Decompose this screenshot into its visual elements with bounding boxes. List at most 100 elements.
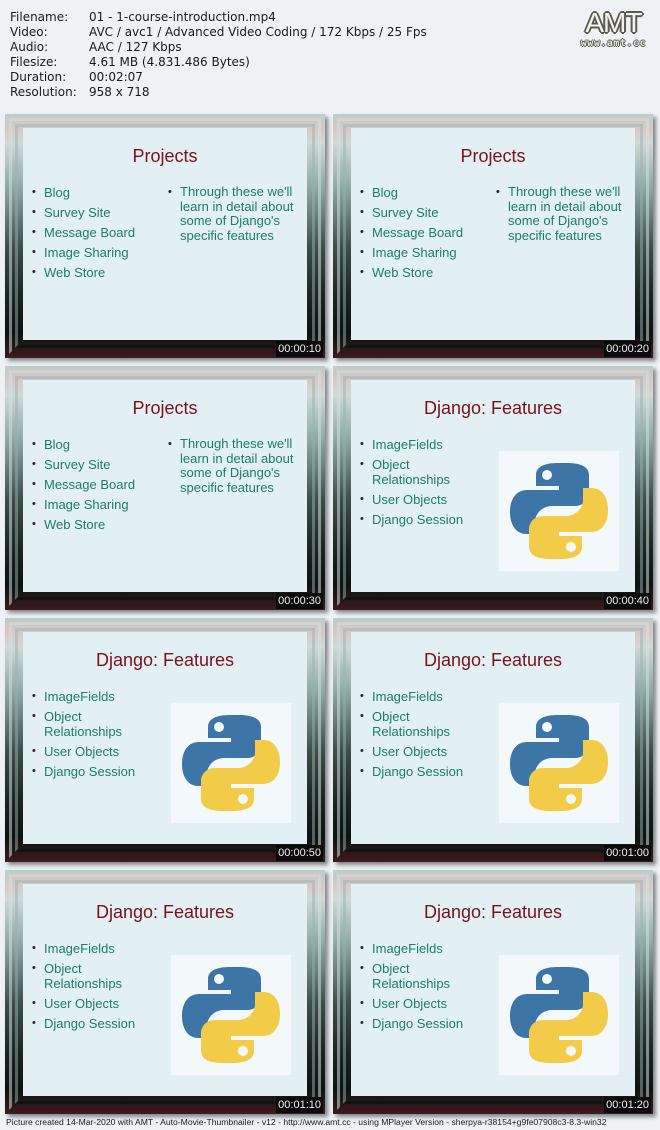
- slide: Django: Features ImageFields Object Relati…: [23, 632, 307, 844]
- bullet-item: ImageFields: [359, 941, 482, 956]
- video-thumbnail[interactable]: Projects Blog Survey Site Message Board Imag…: [5, 366, 325, 610]
- slide-title: Django: Features: [95, 650, 235, 670]
- video-thumbnail[interactable]: Django: Features ImageFields Object Relati…: [333, 870, 653, 1114]
- bullet-item: Django Session: [359, 764, 482, 779]
- bullet-item: ImageFields: [31, 941, 154, 956]
- info-value: 00:02:07: [89, 70, 143, 84]
- bullet-item: Django Session: [359, 512, 482, 527]
- logo-url: www.amt.cc: [580, 38, 646, 49]
- slide: Django: Features ImageFields Object Relati…: [351, 632, 635, 844]
- bullet-item: Message Board: [359, 225, 497, 240]
- info-row-duration: Duration: 00:02:07: [10, 70, 427, 85]
- bullet-list: Blog Survey Site Message Board Image Sharin…: [31, 437, 169, 537]
- slide: Django: Features ImageFields Object Relati…: [23, 884, 307, 1096]
- info-label: Video:: [10, 25, 48, 39]
- timestamp: 00:01:10: [276, 1097, 323, 1113]
- bullet-item: Blog: [31, 437, 169, 452]
- info-row-resolution: Resolution: 958 x 718: [10, 85, 427, 100]
- footer-credit: Picture created 14-Mar-2020 with AMT - A…: [6, 1117, 607, 1127]
- bullet-item: Object Relationships: [359, 961, 482, 991]
- bullet-item: Object Relationships: [31, 709, 154, 739]
- timestamp: 00:00:30: [276, 593, 323, 609]
- info-value: AVC / avc1 / Advanced Video Coding / 172…: [89, 25, 427, 39]
- python-logo-icon: [182, 967, 280, 1063]
- bullet-item: Blog: [359, 185, 497, 200]
- bullet-item: Image Sharing: [359, 245, 497, 260]
- bullet-item: Message Board: [31, 477, 169, 492]
- file-info: Filename: 01 - 1-course-introduction.mp4 …: [10, 10, 427, 100]
- bullet-item: Blog: [31, 185, 169, 200]
- info-value: AAC / 127 Kbps: [89, 40, 182, 54]
- bullet-item: Django Session: [359, 1016, 482, 1031]
- slide-title: Django: Features: [95, 902, 235, 922]
- timestamp: 00:00:20: [604, 341, 651, 357]
- info-row-filename: Filename: 01 - 1-course-introduction.mp4: [10, 10, 427, 25]
- info-value: 958 x 718: [89, 85, 150, 99]
- info-row-filesize: Filesize: 4.61 MB (4.831.486 Bytes): [10, 55, 427, 70]
- bullet-list: ImageFields Object Relationships User Obje…: [359, 941, 482, 1036]
- info-row-audio: Audio: AAC / 127 Kbps: [10, 40, 427, 55]
- bullet-list: Blog Survey Site Message Board Image Sharin…: [359, 185, 497, 285]
- slide-title: Projects: [460, 146, 526, 166]
- info-label: Audio:: [10, 40, 49, 54]
- timestamp: 00:01:20: [604, 1097, 651, 1113]
- video-thumbnail[interactable]: Django: Features ImageFields Object Relati…: [333, 618, 653, 862]
- bullet-item: Web Store: [31, 517, 169, 532]
- bullet-item: Survey Site: [31, 457, 169, 472]
- bullet-item: ImageFields: [359, 689, 482, 704]
- python-logo-image: [171, 703, 291, 823]
- bullet-item: Object Relationships: [31, 961, 154, 991]
- bullet-item: Web Store: [31, 265, 169, 280]
- bullet-item: ImageFields: [31, 689, 154, 704]
- video-thumbnail[interactable]: Projects Blog Survey Site Message Board Imag…: [333, 114, 653, 358]
- timestamp: 00:00:50: [276, 845, 323, 861]
- timestamp: 00:00:10: [276, 341, 323, 357]
- slide-title: Projects: [132, 398, 198, 418]
- bullet-item: User Objects: [31, 744, 154, 759]
- slide: Django: Features ImageFields Object Relati…: [351, 380, 635, 592]
- bullet-item: User Objects: [31, 996, 154, 1011]
- slide-note: Through these we'll learn in detail abou…: [496, 184, 638, 243]
- slide: Projects Blog Survey Site Message Board Imag…: [351, 128, 635, 340]
- slide-title: Django: Features: [423, 650, 563, 670]
- video-thumbnail[interactable]: Django: Features ImageFields Object Relati…: [5, 618, 325, 862]
- slide-title: Django: Features: [423, 902, 563, 922]
- slide: Projects Blog Survey Site Message Board Imag…: [23, 128, 307, 340]
- video-thumbnail[interactable]: Projects Blog Survey Site Message Board Imag…: [5, 114, 325, 358]
- bullet-item: Image Sharing: [31, 497, 169, 512]
- logo-text: AMT: [585, 7, 642, 38]
- bullet-item: Object Relationships: [359, 457, 482, 487]
- python-logo-icon: [510, 463, 608, 559]
- bullet-item: User Objects: [359, 996, 482, 1011]
- bullet-item: Message Board: [31, 225, 169, 240]
- bullet-list: ImageFields Object Relationships User Obje…: [31, 941, 154, 1036]
- info-label: Duration:: [10, 70, 67, 84]
- python-logo-icon: [510, 967, 608, 1063]
- bullet-item: Object Relationships: [359, 709, 482, 739]
- bullet-list: ImageFields Object Relationships User Obje…: [359, 437, 482, 532]
- info-label: Resolution:: [10, 85, 77, 99]
- video-thumbnail[interactable]: Django: Features ImageFields Object Relati…: [333, 366, 653, 610]
- slide-title: Django: Features: [423, 398, 563, 418]
- video-thumbnail[interactable]: Django: Features ImageFields Object Relati…: [5, 870, 325, 1114]
- bullet-list: ImageFields Object Relationships User Obje…: [31, 689, 154, 784]
- bullet-item: User Objects: [359, 492, 482, 507]
- slide-note: Through these we'll learn in detail abou…: [168, 184, 310, 243]
- slide-note: Through these we'll learn in detail abou…: [168, 436, 310, 495]
- bullet-item: Django Session: [31, 1016, 154, 1031]
- bullet-item: User Objects: [359, 744, 482, 759]
- slide: Django: Features ImageFields Object Relati…: [351, 884, 635, 1096]
- info-row-video: Video: AVC / avc1 / Advanced Video Coding…: [10, 25, 427, 40]
- bullet-item: Survey Site: [359, 205, 497, 220]
- timestamp: 00:01:00: [604, 845, 651, 861]
- info-label: Filesize:: [10, 55, 58, 69]
- python-logo-image: [171, 955, 291, 1075]
- python-logo-image: [499, 451, 619, 571]
- python-logo-icon: [182, 715, 280, 811]
- info-value: 4.61 MB (4.831.486 Bytes): [89, 55, 250, 69]
- bullet-item: ImageFields: [359, 437, 482, 452]
- info-label: Filename:: [10, 10, 69, 24]
- python-logo-icon: [510, 715, 608, 811]
- timestamp: 00:00:40: [604, 593, 651, 609]
- bullet-item: Survey Site: [31, 205, 169, 220]
